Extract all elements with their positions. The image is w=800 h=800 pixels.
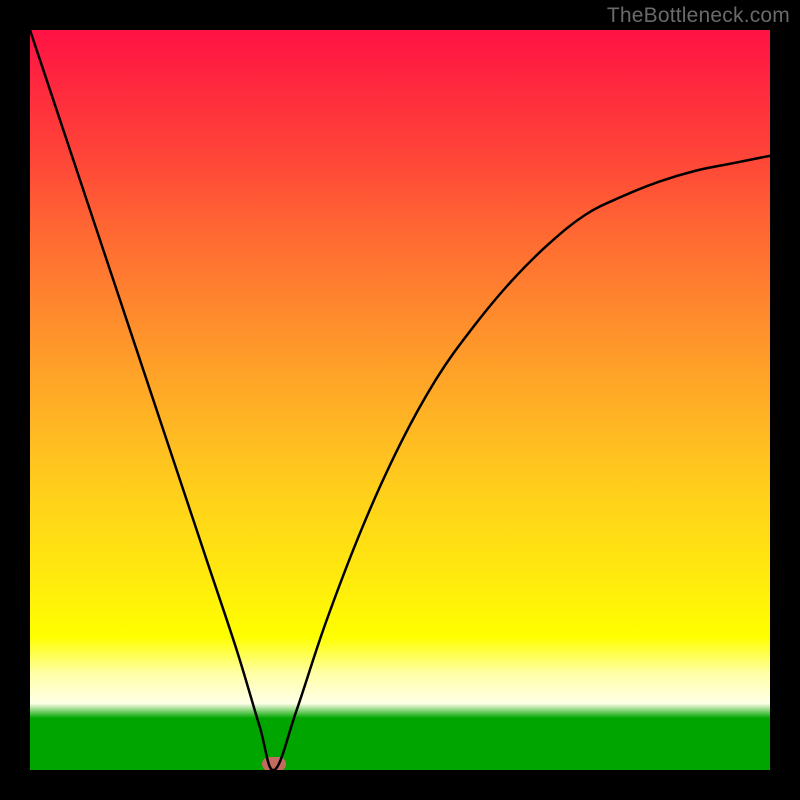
chart-container: TheBottleneck.com	[0, 0, 800, 800]
plot-area	[30, 30, 770, 770]
watermark-text: TheBottleneck.com	[607, 4, 790, 28]
bottleneck-curve-path	[30, 30, 770, 770]
bottleneck-curve-svg	[30, 30, 770, 770]
